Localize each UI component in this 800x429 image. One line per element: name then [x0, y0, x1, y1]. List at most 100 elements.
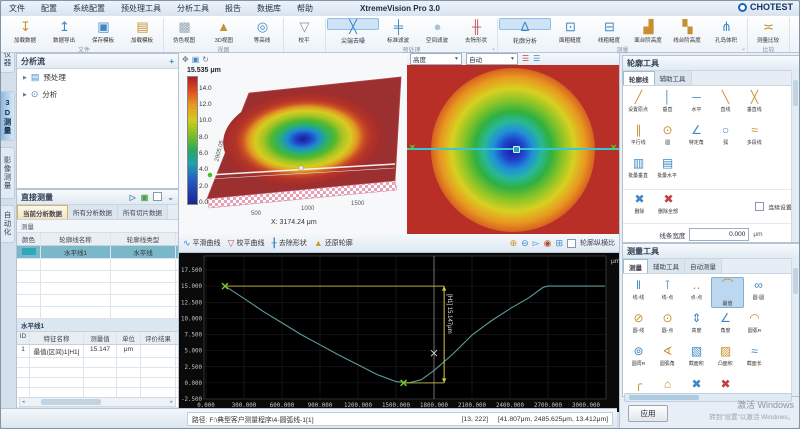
tab-辅助工具[interactable]: 辅助工具	[648, 259, 685, 273]
tab-轮廓线[interactable]: 轮廓线	[623, 71, 655, 85]
cursor-icon[interactable]: ▻	[533, 238, 540, 249]
measure-tool-circ-r[interactable]: ⊚圆周R	[624, 343, 653, 374]
play-icon[interactable]: ▷	[130, 193, 136, 202]
contour-tool-polyline[interactable]: ≈多段线	[740, 122, 769, 153]
measure-tool-circle-circle[interactable]: ∞圆-圆	[744, 277, 773, 308]
table-row[interactable]	[17, 378, 178, 388]
table-row[interactable]	[17, 283, 178, 295]
side-tab-自动化[interactable]: 自动化	[1, 205, 15, 243]
table-row[interactable]	[17, 358, 178, 368]
table-row[interactable]	[17, 295, 178, 307]
measure-tool-height[interactable]: ⇕高度	[682, 310, 711, 341]
chart-button-restore-profile[interactable]: ▲还原轮廓	[314, 238, 353, 248]
tab-当前分析数据[interactable]: 当前分析数据	[17, 205, 68, 219]
toolbar-button-std-filter[interactable]: ╪标准滤波	[379, 18, 418, 45]
menu-item-配置[interactable]: 配置	[41, 3, 57, 14]
menu-item-系统配置[interactable]: 系统配置	[73, 3, 105, 14]
table-row[interactable]	[17, 368, 178, 378]
slice-center-handle[interactable]	[513, 146, 520, 153]
measure-tool-circle-line[interactable]: ⊘圆-线	[624, 310, 653, 341]
contour-tool-line[interactable]: ╲直线	[711, 89, 740, 120]
toolbar-button-area-step[interactable]: ▟面台阶高度	[629, 18, 668, 45]
contour-tool-vertical[interactable]: │垂直	[653, 89, 682, 120]
side-tab-影像测量[interactable]: 影像测量	[1, 147, 15, 199]
rotate-icon[interactable]: ↻	[202, 55, 209, 64]
toolbar-button-load-data[interactable]: ↧加载数据	[6, 18, 45, 45]
measure-tool-line-point[interactable]: ⊺线-点	[653, 277, 682, 308]
chart-button-remove-shape2[interactable]: ╂去除形状	[271, 238, 306, 249]
toolbar-button-space-filter[interactable]: ●空间滤波	[418, 18, 457, 45]
chart-button-smooth-curve[interactable]: ∿平滑曲线	[183, 238, 221, 249]
measure-tool-section-len[interactable]: ≈截面长	[740, 343, 769, 374]
image-icon[interactable]: ▣	[141, 193, 149, 202]
toolbar-button-denoise[interactable]: ╳尖端去噪	[327, 18, 379, 30]
fit-view-icon[interactable]: ⊞	[555, 238, 563, 249]
toolbar-button-measure-compare[interactable]: ≍测量比较	[749, 18, 788, 45]
measure-tool-circle-point[interactable]: ⊙圆-点	[653, 310, 682, 341]
tab-所有切片数据[interactable]: 所有切片数据	[118, 205, 168, 219]
measure-tool-arc-r[interactable]: ◠圆弧R	[740, 310, 769, 341]
expand-arrow-icon[interactable]: ▶	[23, 75, 27, 81]
contour-tool-cross-line[interactable]: ╳垂直线	[740, 89, 769, 120]
measure-tool-line-line[interactable]: ‖线-线	[624, 277, 653, 308]
chart-button-level-curve[interactable]: ▽校平曲线	[228, 238, 265, 249]
slice-single-icon[interactable]: ☰	[522, 55, 529, 63]
menu-item-帮助[interactable]: 帮助	[297, 3, 313, 14]
table-row[interactable]	[17, 259, 178, 271]
collapse-chevron-icon[interactable]: ⌄	[167, 193, 174, 202]
reset-view-icon[interactable]: ◉	[544, 238, 552, 249]
slice-handle-right-icon[interactable]: ✕	[610, 143, 617, 152]
auto-select[interactable]: 自动▼	[466, 53, 518, 65]
contour-tool-batch-h[interactable]: ▤批量水平	[653, 155, 682, 186]
group-expand-chevron-icon[interactable]: ⌄	[491, 45, 496, 52]
tab-自动测量[interactable]: 自动测量	[685, 259, 722, 273]
table-row[interactable]: 水平线1水平线	[17, 246, 178, 259]
scroll-thumb[interactable]	[41, 399, 101, 405]
table-row[interactable]: 1最值(区间)1[H1]15.147μm	[17, 345, 178, 358]
toolbar-button-process-stats[interactable]: ▤过程统计	[791, 18, 800, 45]
expand-arrow-icon[interactable]: ▶	[23, 92, 27, 98]
menu-item-文件[interactable]: 文件	[9, 3, 25, 14]
side-tab-3D测量[interactable]: 3D测量	[1, 91, 15, 141]
toolbar-button-hole-volume[interactable]: ⋔孔岛体积	[707, 18, 746, 45]
measure-tool-arc-angle[interactable]: ∢圆弧角	[653, 343, 682, 374]
toolbar-button-remove-shape[interactable]: ╫去除形状	[457, 18, 496, 45]
measure-tool-angle2[interactable]: ∠角度	[711, 310, 740, 341]
menu-item-分析工具[interactable]: 分析工具	[177, 3, 209, 14]
scroll-right-icon[interactable]: ▸	[168, 399, 175, 405]
table-row[interactable]	[17, 271, 178, 283]
colormap-icon[interactable]: ▣	[192, 55, 200, 64]
continuous-setting[interactable]: 连续设置	[755, 202, 793, 212]
toolbar-button-line-roughness[interactable]: ⊟线粗糙度	[590, 18, 629, 45]
checkbox-icon[interactable]	[755, 202, 764, 211]
vertical-scrollbar[interactable]	[791, 258, 799, 396]
tab-辅助工具[interactable]: 辅助工具	[655, 71, 692, 85]
contour-tool-angle[interactable]: ∠特定角	[682, 122, 711, 153]
contour-tool-parallel[interactable]: ∥平行线	[624, 122, 653, 153]
measure-tool-extremum[interactable]: ⌒最值	[711, 277, 744, 308]
checkbox-icon[interactable]	[153, 192, 162, 203]
tab-测量[interactable]: 测量	[623, 259, 648, 273]
measure-tool-point-point[interactable]: ‥点-点	[682, 277, 711, 308]
menu-item-数据库[interactable]: 数据库	[257, 3, 281, 14]
apply-button[interactable]: 应用	[628, 405, 668, 422]
contour-tool-origin[interactable]: ╱设置原点	[624, 89, 653, 120]
toolbar-button-line-step[interactable]: ▚线台阶高度	[668, 18, 707, 45]
contour-tool-circle[interactable]: ⊙圆	[653, 122, 682, 153]
side-tab-仪器[interactable]: 仪器	[1, 53, 15, 73]
height-map-2d[interactable]: ✕ ✕	[407, 65, 619, 234]
aspect-ratio-checkbox[interactable]	[567, 239, 576, 248]
pan-icon[interactable]: ✥	[182, 55, 189, 64]
toolbar-button-profile-analysis[interactable]: ∆轮廓分析	[499, 18, 551, 30]
horizontal-scrollbar[interactable]: ◂ ▸	[19, 397, 176, 407]
measure-tool-section-area[interactable]: ▧截面积	[682, 343, 711, 374]
slice-handle-left-icon[interactable]: ✕	[409, 143, 416, 152]
contour-tool-delete[interactable]: ✖删除	[625, 191, 654, 222]
toolbar-button-leveling[interactable]: ▽校平	[285, 18, 324, 45]
slice-multi-icon[interactable]: ☰	[533, 55, 540, 63]
profile-chart[interactable]: 0.000300.000600.000900.0001200.0001500.0…	[179, 253, 619, 412]
menu-item-预处理工具[interactable]: 预处理工具	[121, 3, 161, 14]
tree-item-analysis[interactable]: ▶ ⊙ 分析	[17, 86, 178, 103]
zoom-in-icon[interactable]: ⊕	[510, 238, 518, 249]
height-select[interactable]: 高度▼	[410, 53, 462, 65]
